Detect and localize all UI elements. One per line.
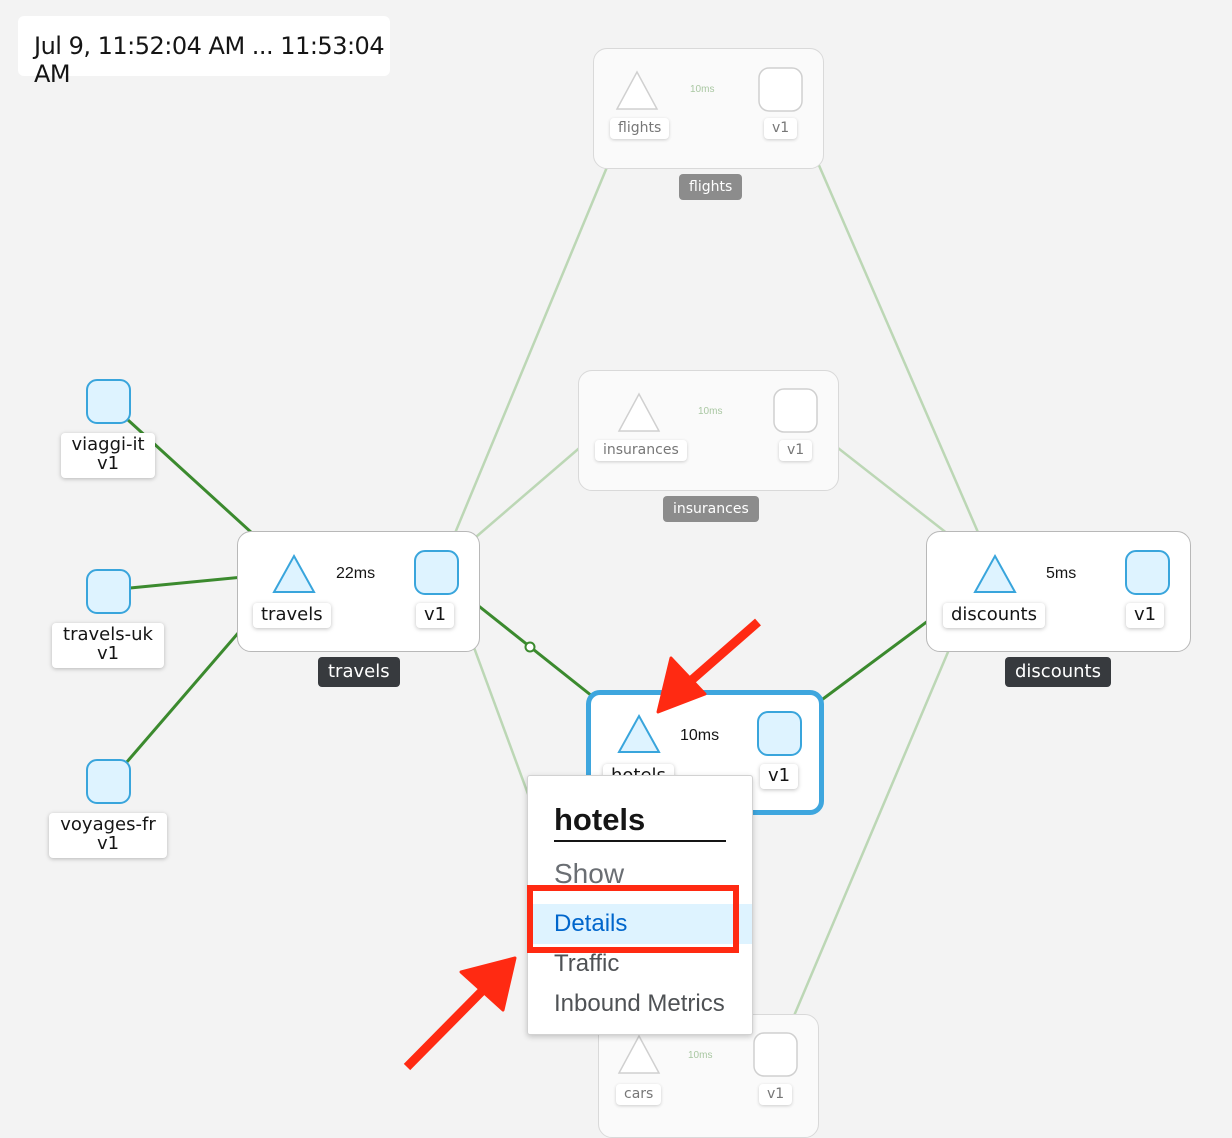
edge-waypoint xyxy=(524,641,536,653)
travels-v1-label[interactable]: v1 xyxy=(416,603,455,628)
travels-box[interactable] xyxy=(237,531,480,652)
discounts-box-label[interactable]: discounts xyxy=(1005,657,1111,687)
flights-service-label[interactable]: flights xyxy=(610,118,670,139)
context-menu-divider xyxy=(554,840,726,842)
discounts-box[interactable] xyxy=(926,531,1191,652)
viaggi-it-label[interactable]: viaggi-it v1 xyxy=(61,433,155,478)
travels-service-label[interactable]: travels xyxy=(253,603,331,628)
travels-uk-label[interactable]: travels-uk v1 xyxy=(52,623,164,668)
workload-version: v1 xyxy=(96,642,120,664)
edge-cars-to-discounts[interactable] xyxy=(786,599,972,1031)
insurances-v1-label[interactable]: v1 xyxy=(779,440,813,461)
discounts-service-label[interactable]: discounts xyxy=(943,603,1045,628)
workload-version: v1 xyxy=(96,452,120,474)
annotation-highlight-box xyxy=(527,885,739,953)
cars-v1-label[interactable]: v1 xyxy=(759,1084,793,1105)
flights-box[interactable] xyxy=(593,48,824,169)
voyages-fr-label[interactable]: voyages-fr v1 xyxy=(49,813,167,858)
workload-version: v1 xyxy=(96,832,120,854)
edge-flights-to-discounts[interactable] xyxy=(793,109,992,562)
insurances-service-label[interactable]: insurances xyxy=(595,440,687,461)
flights-box-label[interactable]: flights xyxy=(679,174,743,200)
menu-item-inbound-metrics[interactable]: Inbound Metrics xyxy=(528,984,752,1024)
insurances-box-label[interactable]: insurances xyxy=(663,496,759,522)
hotels-v1-label[interactable]: v1 xyxy=(760,764,799,789)
flights-v1-label[interactable]: v1 xyxy=(764,118,798,139)
discounts-v1-label[interactable]: v1 xyxy=(1126,603,1165,628)
time-range-display: Jul 9, 11:52:04 AM ... 11:53:04 AM xyxy=(18,16,390,88)
travels-box-label[interactable]: travels xyxy=(318,657,400,687)
cars-service-label[interactable]: cars xyxy=(616,1084,662,1105)
context-menu-title: hotels xyxy=(554,802,646,837)
insurances-box[interactable] xyxy=(578,370,839,491)
